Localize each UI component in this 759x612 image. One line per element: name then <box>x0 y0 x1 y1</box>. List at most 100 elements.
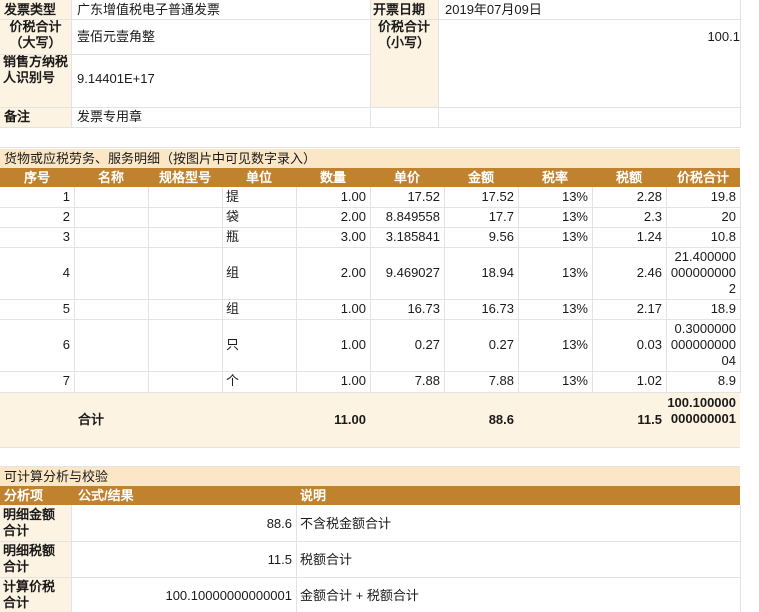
row-tax: 1.24 <box>636 229 662 244</box>
issue-date-label: 开票日期 <box>373 2 426 17</box>
invoice-type-label: 发票类型 <box>4 2 57 17</box>
row-amount: 7.88 <box>488 373 514 388</box>
row-total: 8.9 <box>717 373 736 388</box>
row-total: 19.8 <box>710 189 736 204</box>
header-total: 价税合计 <box>676 170 729 185</box>
analysis-item: 明细税额合计 <box>3 543 56 574</box>
row-no: 1 <box>62 189 70 204</box>
row-total: 10.8 <box>710 229 736 244</box>
analysis-value: 100.10000000000001 <box>165 588 292 603</box>
header-amount: 金额 <box>467 170 494 185</box>
sum-row: 合计 11.00 88.6 11.5 100.100000000000001 <box>0 393 740 447</box>
row-price: 9.469027 <box>385 265 440 280</box>
issue-date-value: 2019年07月09日 <box>445 2 542 17</box>
row-tax: 2.17 <box>636 301 662 316</box>
analysis-note: 不含税金额合计 <box>300 516 392 531</box>
invoice-info-block: 发票类型 广东增值税电子普通发票 开票日期 2019年07月09日 价税合计 （… <box>0 0 759 128</box>
header-tax: 税额 <box>615 170 642 185</box>
details-header-bar: 序号 名称 规格型号 单位 数量 单价 金额 税率 税额 价税合计 <box>0 168 740 187</box>
analysis-item: 计算价税合计 <box>3 579 56 610</box>
row-qty: 3.00 <box>340 229 366 244</box>
row-price: 16.73 <box>407 301 440 316</box>
analysis-section-title: 可计算分析与校验 <box>0 467 740 486</box>
analysis-item: 明细金额合计 <box>3 507 56 538</box>
row-rate: 13% <box>561 265 588 280</box>
row-total: 18.9 <box>710 301 736 316</box>
sum-tax: 11.5 <box>637 412 662 427</box>
sum-label: 合计 <box>78 412 105 427</box>
row-rate: 13% <box>561 209 588 224</box>
analysis-header-item: 分析项 <box>4 488 44 503</box>
analysis-note: 金额合计 + 税额合计 <box>300 588 419 603</box>
total-upper-value: 壹佰元壹角整 <box>77 29 156 44</box>
header-rate: 税率 <box>541 170 568 185</box>
row-amount: 0.27 <box>488 337 514 352</box>
row-unit: 组 <box>226 265 240 280</box>
details-table: 1 提 1.00 17.52 17.52 13% 2.28 19.8 2 袋 2… <box>0 187 741 395</box>
analysis-header-note: 说明 <box>300 488 327 503</box>
sum-qty: 11.00 <box>334 412 366 427</box>
seller-tax-id-label: 销售方纳税人识别号 <box>3 54 69 85</box>
row-price: 17.52 <box>407 189 440 204</box>
note-value: 发票专用章 <box>77 109 143 124</box>
row-qty: 2.00 <box>340 209 366 224</box>
row-total: 21.4000000000000002 <box>670 249 736 296</box>
row-amount: 9.56 <box>488 229 514 244</box>
row-tax: 2.28 <box>636 189 662 204</box>
row-no: 5 <box>62 301 70 316</box>
total-lower-value: 100.1 <box>707 29 740 44</box>
row-unit: 只 <box>226 337 240 352</box>
header-no: 序号 <box>23 170 50 185</box>
row-tax: 1.02 <box>636 373 662 388</box>
row-unit: 提 <box>226 189 240 204</box>
row-price: 3.185841 <box>385 229 440 244</box>
row-qty: 1.00 <box>340 373 366 388</box>
row-amount: 18.94 <box>481 265 514 280</box>
header-unit: 单位 <box>245 170 272 185</box>
row-unit: 个 <box>226 373 240 388</box>
sum-amount: 88.6 <box>488 412 514 427</box>
row-rate: 13% <box>561 337 588 352</box>
analysis-value: 88.6 <box>266 516 292 531</box>
header-name: 名称 <box>97 170 124 185</box>
row-no: 4 <box>62 265 70 280</box>
row-unit: 瓶 <box>226 229 240 244</box>
row-total: 0.300000000000000004 <box>670 321 736 368</box>
row-price: 0.27 <box>414 337 440 352</box>
row-no: 7 <box>62 373 70 388</box>
row-price: 7.88 <box>414 373 440 388</box>
analysis-note: 税额合计 <box>300 552 353 567</box>
analysis-header-value: 公式/结果 <box>78 488 134 503</box>
header-price: 单价 <box>393 170 420 185</box>
row-tax: 0.03 <box>636 337 662 352</box>
row-price: 8.849558 <box>385 209 440 224</box>
row-amount: 17.7 <box>488 209 514 224</box>
analysis-table: 明细金额合计 88.6 不含税金额合计 明细税额合计 11.5 税额合计 计算价… <box>0 505 741 612</box>
analysis-value: 11.5 <box>267 552 292 567</box>
row-qty: 1.00 <box>340 301 366 316</box>
row-no: 6 <box>62 337 70 352</box>
row-amount: 17.52 <box>481 189 514 204</box>
sum-total: 100.100000000000001 <box>667 395 736 426</box>
details-section-title: 货物或应税劳务、服务明细（按图片中可见数字录入） <box>0 149 740 168</box>
row-no: 3 <box>62 229 70 244</box>
row-no: 2 <box>62 209 70 224</box>
invoice-type-value: 广东增值税电子普通发票 <box>77 2 221 17</box>
total-upper-label: 价税合计 （大写） <box>9 19 62 50</box>
seller-tax-id-value: 9.14401E+17 <box>77 71 155 86</box>
header-qty: 数量 <box>319 170 346 185</box>
row-rate: 13% <box>561 373 588 388</box>
row-total: 20 <box>721 209 736 224</box>
analysis-header-bar: 分析项 公式/结果 说明 <box>0 486 740 505</box>
total-lower-label: 价税合计 （小写） <box>377 19 430 50</box>
note-label: 备注 <box>4 109 31 124</box>
table-row: 明细税额合计 11.5 税额合计 <box>0 541 740 577</box>
row-qty: 2.00 <box>340 265 366 280</box>
row-unit: 组 <box>226 301 240 316</box>
row-rate: 13% <box>561 229 588 244</box>
row-rate: 13% <box>561 301 588 316</box>
row-tax: 2.46 <box>636 265 662 280</box>
row-amount: 16.73 <box>481 301 514 316</box>
row-unit: 袋 <box>226 209 240 224</box>
table-row: 计算价税合计 100.10000000000001 金额合计 + 税额合计 <box>0 577 740 612</box>
